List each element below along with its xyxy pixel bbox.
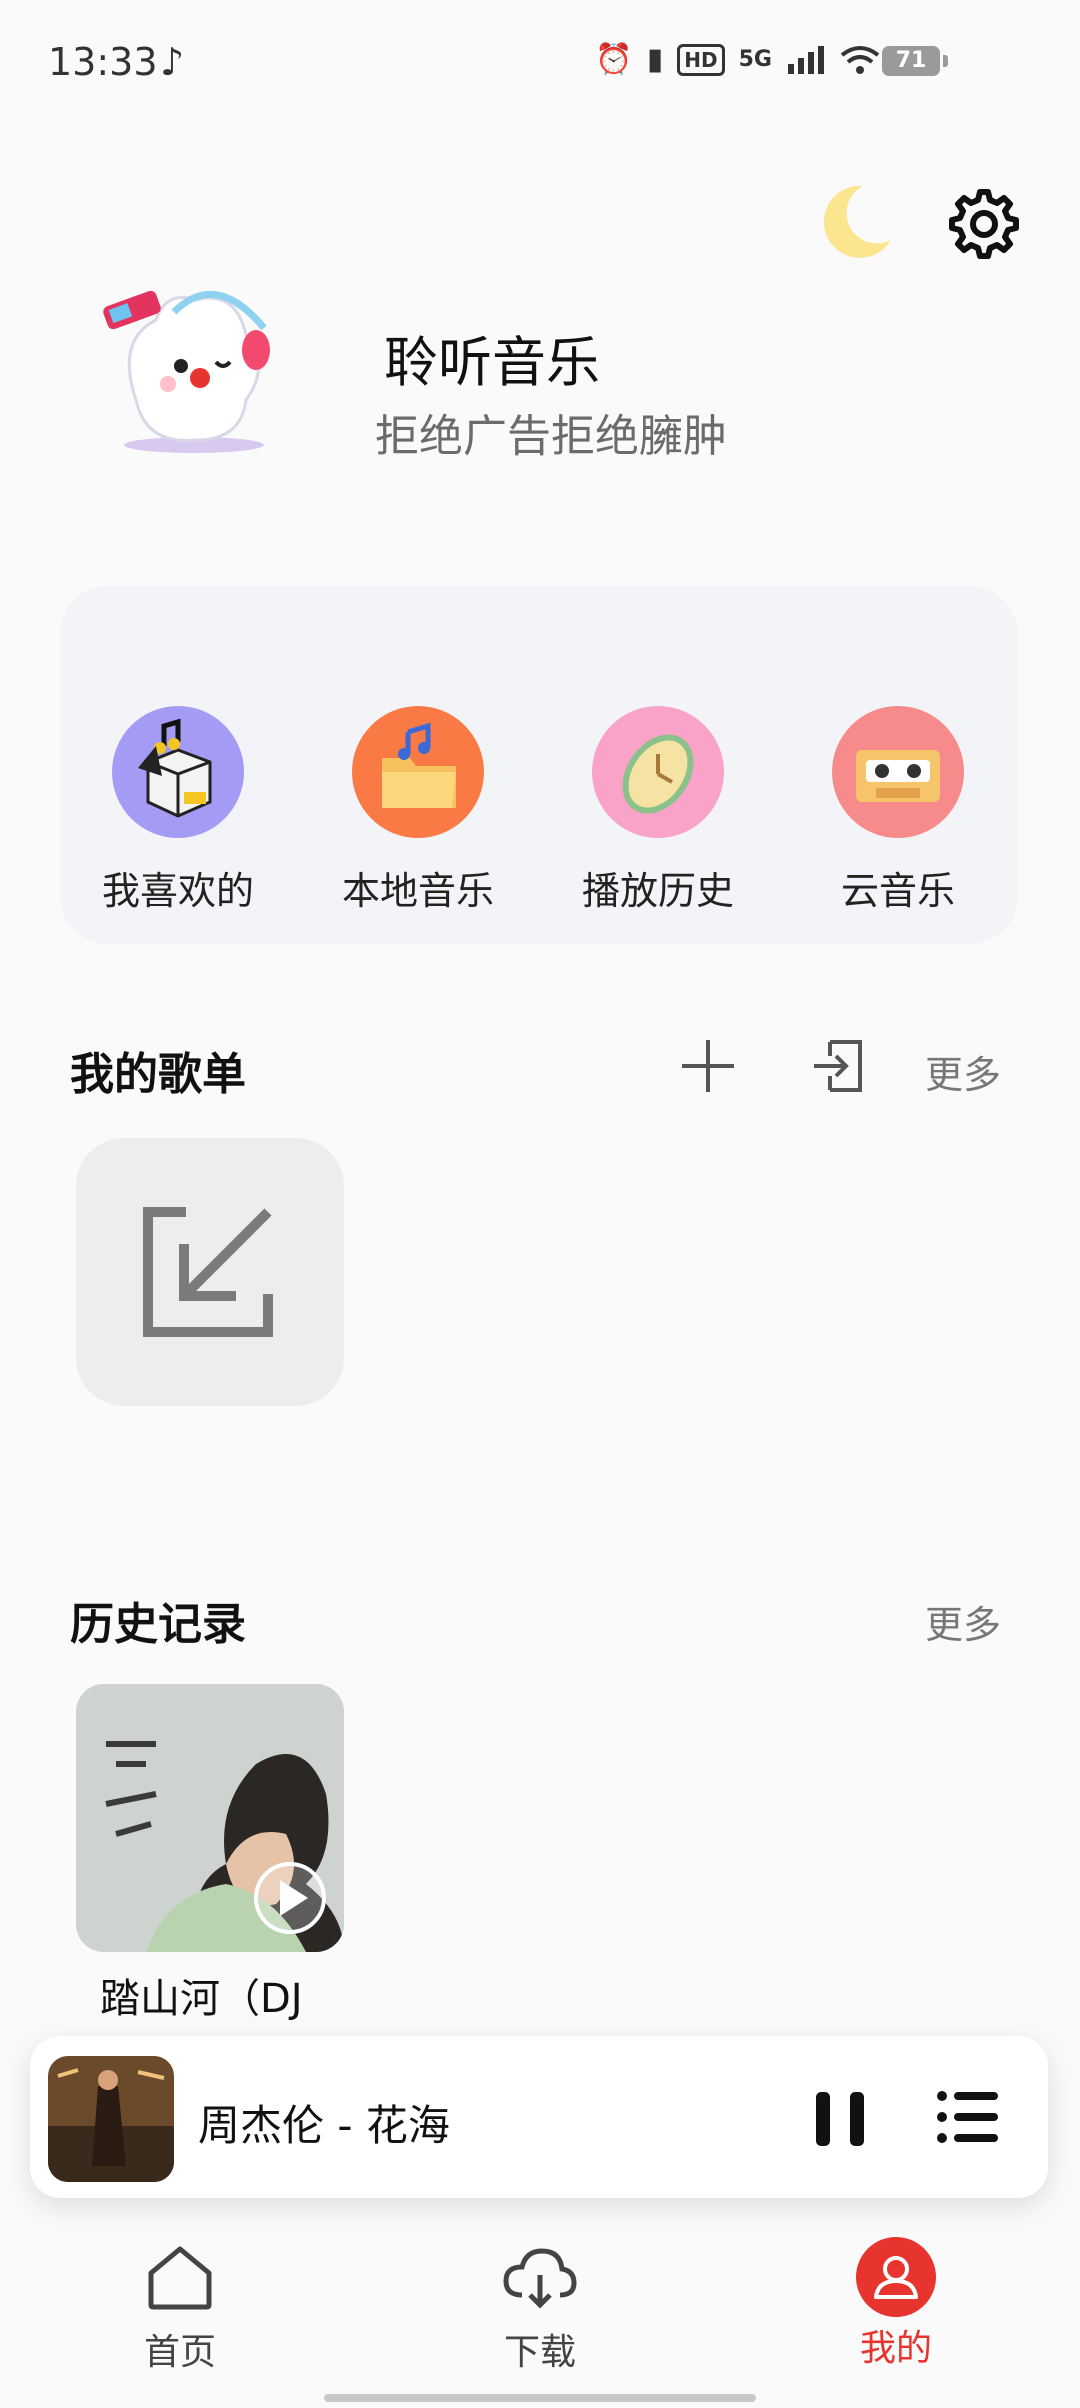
quick-actions-card: 我喜欢的 本地音乐 播放历史 云音乐: [60, 586, 1018, 944]
favorites-box-icon: [112, 706, 244, 838]
playlists-more-link[interactable]: 更多: [925, 1044, 1001, 1099]
nav-download-label: 下载: [503, 2332, 576, 2373]
gear-icon[interactable]: [948, 188, 1020, 260]
profile-subtitle: 拒绝广告拒绝臃肿: [375, 411, 727, 462]
import-playlist-icon[interactable]: [808, 1036, 868, 1096]
status-icons: ⏰ ▮ HD 5G: [595, 42, 880, 77]
wifi-icon: [840, 45, 880, 74]
profile-title: 聆听音乐: [384, 331, 600, 394]
cloud-music-action[interactable]: 云音乐: [808, 706, 988, 915]
folder-music-icon: [352, 706, 484, 838]
play-history-label: 播放历史: [581, 869, 734, 913]
mascot-avatar[interactable]: [96, 280, 286, 460]
status-time: 13:33: [48, 40, 158, 84]
play-history-action[interactable]: 播放历史: [568, 706, 748, 915]
cassette-icon: [832, 706, 964, 838]
nav-home-label: 首页: [143, 2332, 216, 2373]
alarm-icon: ⏰: [595, 42, 633, 77]
local-music-label: 本地音乐: [341, 869, 494, 913]
hd-badge: HD: [677, 43, 725, 76]
nav-mine-label: 我的: [859, 2328, 932, 2369]
cloud-download-icon: [503, 2248, 577, 2309]
signal-icon: [788, 45, 824, 74]
nav-mine[interactable]: 我的: [816, 2237, 976, 2371]
moon-icon[interactable]: [815, 180, 895, 260]
nav-home[interactable]: 首页: [100, 2245, 260, 2375]
home-icon: [148, 2246, 212, 2310]
now-playing-cover[interactable]: [48, 2056, 174, 2182]
history-title: 历史记录: [70, 1599, 246, 1650]
import-arrow-icon: [143, 1207, 273, 1337]
vibrate-icon: ▮: [646, 42, 664, 77]
battery-indicator: 71: [882, 46, 948, 76]
local-music-action[interactable]: 本地音乐: [328, 706, 508, 915]
network-label: 5G: [738, 47, 772, 72]
home-indicator[interactable]: [324, 2394, 756, 2402]
now-playing-title[interactable]: 周杰伦 - 花海: [198, 2092, 450, 2153]
add-playlist-icon[interactable]: [680, 1038, 736, 1094]
import-playlist-tile[interactable]: [76, 1138, 344, 1406]
favorites-label: 我喜欢的: [101, 869, 254, 913]
profile-icon: [856, 2237, 936, 2317]
favorites-action[interactable]: 我喜欢的: [88, 706, 268, 915]
cloud-music-label: 云音乐: [840, 869, 955, 913]
nav-download[interactable]: 下载: [460, 2245, 620, 2375]
mini-player[interactable]: 周杰伦 - 花海: [30, 2036, 1048, 2198]
music-note-icon: ♪: [160, 40, 185, 84]
playlist-queue-button[interactable]: [936, 2088, 1000, 2146]
album-cover-image: [76, 1684, 344, 1952]
clock-icon: [592, 706, 724, 838]
playlists-title: 我的歌单: [70, 1049, 246, 1100]
history-more-link[interactable]: 更多: [925, 1594, 1001, 1649]
history-item-cover[interactable]: [76, 1684, 344, 1952]
history-item-title[interactable]: 踏山河（DJ: [100, 1966, 303, 2024]
pause-button[interactable]: [812, 2088, 868, 2150]
